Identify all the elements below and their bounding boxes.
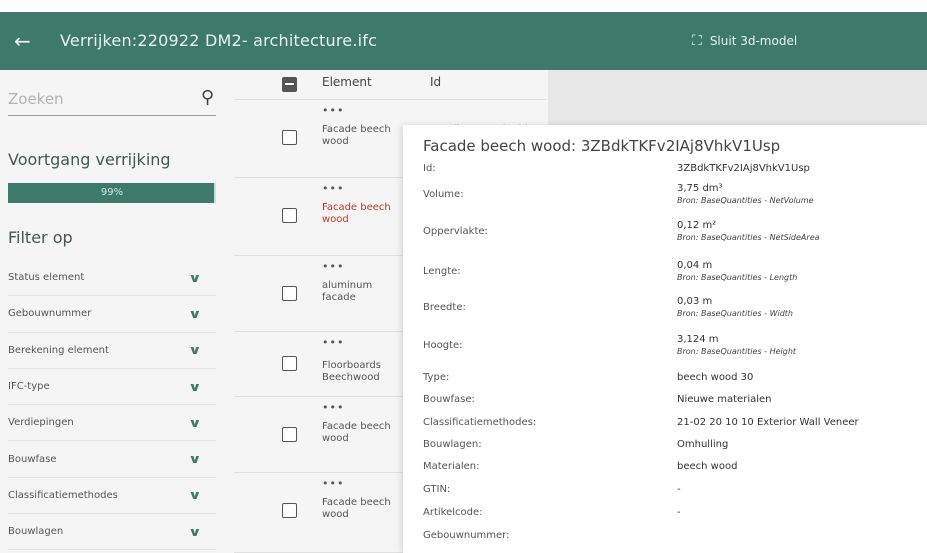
row-checkbox[interactable] xyxy=(282,286,297,301)
close-3d-model-button[interactable]: ⛶ Sluit 3d-model xyxy=(692,28,797,54)
row-menu-icon[interactable]: ••• xyxy=(322,336,344,349)
detail-source: Bron: BaseQuantities - Width xyxy=(677,309,793,318)
filter-item-label: Status element xyxy=(8,272,85,284)
row-element-name: Facade beech wood xyxy=(322,202,391,225)
detail-value: - xyxy=(677,507,681,518)
filter-item-label: Verdiepingen xyxy=(8,417,74,429)
top-strip xyxy=(0,0,927,12)
row-element-name: Facade beech wood xyxy=(322,497,391,520)
table-header: Element Id xyxy=(234,70,546,100)
filter-item[interactable]: Bouwfase ∨ xyxy=(8,441,216,478)
detail-value: 3,75 dm³ xyxy=(677,183,723,194)
detail-source: Bron: BaseQuantities - NetSideArea xyxy=(677,233,820,242)
detail-key: GTIN: xyxy=(423,484,451,495)
chevron-down-icon[interactable]: ∨ xyxy=(188,380,202,394)
detail-value: 3ZBdkTKFv2IAj8VhkV1Usp xyxy=(677,163,810,174)
detail-source: Bron: BaseQuantities - NetVolume xyxy=(677,196,814,205)
progress-label: 99% xyxy=(100,187,124,198)
filter-item[interactable]: Berekening element ∨ xyxy=(8,333,216,369)
progress-bar: 99% xyxy=(8,183,216,203)
row-menu-icon[interactable]: ••• xyxy=(322,401,344,414)
detail-value: 0,04 m xyxy=(677,260,713,271)
detail-value: beech wood xyxy=(677,461,738,472)
detail-value: 0,03 m xyxy=(677,296,713,307)
detail-key: Volume: xyxy=(423,189,464,200)
detail-key: Lengte: xyxy=(423,266,461,277)
detail-key: Bouwfase: xyxy=(423,394,475,405)
row-element-name: Facade beech wood xyxy=(322,124,391,147)
filter-item[interactable]: IFC-type ∨ xyxy=(8,369,216,406)
detail-value: beech wood 30 xyxy=(677,372,754,383)
detail-value: Nieuwe materialen xyxy=(677,394,772,405)
detail-key: Bouwlagen: xyxy=(423,439,482,450)
filter-item-label: Gebouwnummer xyxy=(8,308,92,320)
filter-item[interactable]: Gebouwnummer ∨ xyxy=(8,296,216,333)
detail-value: - xyxy=(677,484,681,495)
detail-key: Materialen: xyxy=(423,461,480,472)
search-input[interactable] xyxy=(8,86,188,112)
detail-title: Facade beech wood: 3ZBdkTKFv2IAj8VhkV1Us… xyxy=(423,137,781,155)
search-icon[interactable]: ⚲ xyxy=(201,87,214,108)
detail-value: Omhulling xyxy=(677,439,729,450)
column-header-id[interactable]: Id xyxy=(430,75,441,89)
filter-item[interactable]: Bouwlagen ∨ xyxy=(8,514,216,551)
row-checkbox[interactable] xyxy=(282,503,297,518)
detail-source: Bron: BaseQuantities - Height xyxy=(677,347,797,356)
chevron-down-icon[interactable]: ∨ xyxy=(188,488,202,502)
chevron-down-icon[interactable]: ∨ xyxy=(188,271,202,285)
filter-item-label: IFC-type xyxy=(8,381,50,393)
element-detail-panel: Facade beech wood: 3ZBdkTKFv2IAj8VhkV1Us… xyxy=(403,125,927,553)
detail-key: Type: xyxy=(423,372,450,383)
filter-item[interactable]: Classificatiemethodes ∨ xyxy=(8,478,216,515)
arrow-left-icon[interactable]: ← xyxy=(14,26,38,56)
filter-item[interactable]: Status element ∨ xyxy=(8,260,216,297)
row-menu-icon[interactable]: ••• xyxy=(322,182,344,195)
detail-key: Oppervlakte: xyxy=(423,226,488,237)
row-menu-icon[interactable]: ••• xyxy=(322,260,344,273)
filter-item-label: Classificatiemethodes xyxy=(8,489,118,501)
detail-key: Gebouwnummer: xyxy=(423,530,510,541)
model-close-icon: ⛶ xyxy=(692,33,702,49)
chevron-down-icon[interactable]: ∨ xyxy=(188,307,202,321)
app-header: ← Verrijken:220922 DM2- architecture.ifc… xyxy=(0,12,927,70)
filter-title: Filter op xyxy=(8,228,73,247)
detail-value: 3,124 m xyxy=(677,334,719,345)
search-box: ⚲ xyxy=(8,82,216,116)
chevron-down-icon[interactable]: ∨ xyxy=(188,416,202,430)
detail-key: Classificatiemethodes: xyxy=(423,417,537,428)
detail-source: Bron: BaseQuantities - Length xyxy=(677,273,798,282)
row-checkbox[interactable] xyxy=(282,130,297,145)
row-menu-icon[interactable]: ••• xyxy=(322,104,344,117)
detail-key: Id: xyxy=(423,163,436,174)
row-checkbox[interactable] xyxy=(282,208,297,223)
close-3d-model-label: Sluit 3d-model xyxy=(709,34,798,48)
chevron-down-icon[interactable]: ∨ xyxy=(188,343,202,357)
column-header-element[interactable]: Element xyxy=(322,75,372,89)
sidebar: ⚲ Voortgang verrijking 99% Filter op Sta… xyxy=(0,70,224,553)
detail-key: Artikelcode: xyxy=(423,507,483,518)
filter-item[interactable]: Verdiepingen ∨ xyxy=(8,405,216,442)
row-element-name: Facade beech wood xyxy=(322,421,391,444)
app-window: ← Verrijken:220922 DM2- architecture.ifc… xyxy=(0,0,927,553)
detail-value: 0,12 m² xyxy=(677,220,717,231)
row-element-name: aluminum facade xyxy=(322,280,373,303)
filter-item-label: Berekening element xyxy=(8,344,109,356)
filter-item-label: Bouwfase xyxy=(8,453,57,465)
select-all-checkbox[interactable] xyxy=(282,77,297,92)
chevron-down-icon[interactable]: ∨ xyxy=(188,452,202,466)
filter-item-label: Bouwlagen xyxy=(8,526,64,538)
row-menu-icon[interactable]: ••• xyxy=(322,477,344,490)
chevron-down-icon[interactable]: ∨ xyxy=(188,525,202,539)
row-checkbox[interactable] xyxy=(282,356,297,371)
row-element-name: Floorboards Beechwood xyxy=(322,360,381,383)
progress-title: Voortgang verrijking xyxy=(8,150,171,169)
page-title: Verrijken:220922 DM2- architecture.ifc xyxy=(60,31,378,50)
row-checkbox[interactable] xyxy=(282,427,297,442)
detail-value: 21-02 20 10 10 Exterior Wall Veneer xyxy=(677,417,859,428)
detail-key: Breedte: xyxy=(423,302,466,313)
detail-key: Hoogte: xyxy=(423,340,463,351)
filter-list: Status element ∨ Gebouwnummer ∨ Berekening e… xyxy=(8,260,216,551)
